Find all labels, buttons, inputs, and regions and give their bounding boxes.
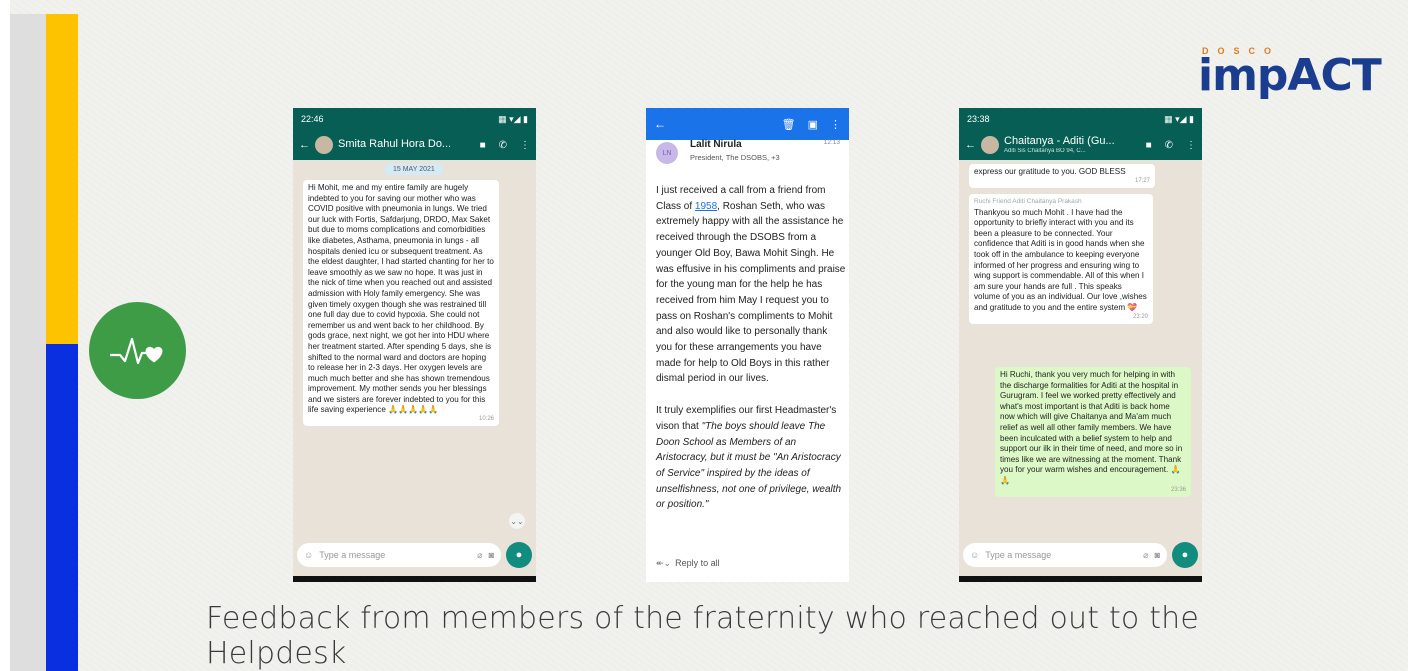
email-screenshot: ← 🗑 ▣ ⋮ LN Lalit Nirula President, The D… <box>646 108 849 582</box>
status-time: 23:38 <box>967 114 990 124</box>
mic-icon: ● <box>1181 549 1189 561</box>
date-chip: 15 MAY 2021 <box>385 164 443 175</box>
email-body: I just received a call from a friend fro… <box>656 183 846 513</box>
whatsapp-screenshot-1: 22:46 ▦ ▾◢ ▮ ← Smita Rahul Hora Do... ■ … <box>293 108 536 582</box>
message-bubble: express our gratitude to you. GOD BLESS … <box>969 164 1155 188</box>
status-icons: ▦ ▾◢ ▮ <box>498 113 528 124</box>
reply-all-icon[interactable]: ↞⌄ <box>656 558 671 568</box>
accent-bar-yellow <box>46 14 78 344</box>
email-paragraph-1: I just received a call from a friend fro… <box>656 183 846 387</box>
logo-main-text: impACT <box>1198 50 1382 101</box>
slide-caption: Feedback from members of the fraternity … <box>206 601 1200 671</box>
message-text: Hi Ruchi, thank you very much for helpin… <box>1000 370 1183 485</box>
scroll-down-button[interactable]: ⌄⌄ <box>509 513 525 529</box>
message-text: Hi Mohit, me and my entire family are hu… <box>308 183 494 415</box>
message-bubble-outgoing: Hi Ruchi, thank you very much for helpin… <box>995 367 1191 497</box>
contact-name[interactable]: Smita Rahul Hora Do... <box>338 139 467 151</box>
emoji-icon[interactable]: ☺ <box>970 550 979 560</box>
dosco-impact-logo: DOSCO impACT <box>1196 36 1382 101</box>
email-sender-header: LN Lalit Nirula President, The DSOBS, +3… <box>656 138 846 168</box>
chat-header: ← Smita Rahul Hora Do... ■ ✆ ⋮ <box>293 130 536 160</box>
year-link[interactable]: 1958 <box>695 201 717 212</box>
reply-all-bar[interactable]: ↞⌄ Reply to all <box>656 558 720 569</box>
delete-icon[interactable]: 🗑 <box>782 118 796 131</box>
message-input[interactable]: ☺ Type a message ⌀ ◙ <box>963 543 1167 567</box>
message-sender: Ruchi Friend Aditi Chaitanya Prakash <box>974 198 1082 205</box>
sender-avatar[interactable]: LN <box>656 142 678 164</box>
whatsapp-screenshot-2: 23:38 ▦ ▾◢ ▮ ← Chaitanya - Aditi (Gu... A… <box>959 108 1202 582</box>
mic-button[interactable]: ● <box>506 542 532 568</box>
input-placeholder: Type a message <box>319 550 386 560</box>
message-text: Thankyou so much Mohit . I have had the … <box>974 207 1147 312</box>
email-time: 12:13 <box>823 139 840 146</box>
back-arrow-icon[interactable]: ← <box>299 139 310 151</box>
message-time: 10:26 <box>478 416 494 423</box>
message-bubble: Hi Mohit, me and my entire family are hu… <box>303 180 499 427</box>
video-call-icon[interactable]: ■ <box>1146 140 1152 151</box>
camera-icon[interactable]: ◙ <box>1155 550 1160 560</box>
sender-title: President, The DSOBS, +3 <box>690 153 780 162</box>
message-text: express our gratitude to you. GOD BLESS <box>974 167 1126 176</box>
system-nav-bar <box>959 576 1202 582</box>
message-time: 23:20 <box>1132 313 1148 320</box>
attach-icon[interactable]: ⌀ <box>477 550 482 561</box>
mic-icon: ● <box>515 549 523 561</box>
accent-bar-blue <box>46 344 78 671</box>
outer-margin <box>0 0 10 671</box>
contact-name-text: Chaitanya - Aditi (Gu... <box>1004 136 1115 148</box>
contact-name[interactable]: Chaitanya - Aditi (Gu... Aditi Sis Chaita… <box>1004 136 1133 154</box>
side-strip <box>10 14 46 671</box>
attach-icon[interactable]: ⌀ <box>1143 550 1148 561</box>
status-time: 22:46 <box>301 114 324 124</box>
avatar[interactable] <box>981 136 999 154</box>
emoji-icon[interactable]: ☺ <box>304 550 313 560</box>
more-options-icon[interactable]: ⋮ <box>830 118 841 131</box>
message-input[interactable]: ☺ Type a message ⌀ ◙ <box>297 543 501 567</box>
contact-subtitle: Aditi Sis Chaitanya BO 94, C... <box>1004 147 1086 154</box>
avatar[interactable] <box>315 136 333 154</box>
mic-button[interactable]: ● <box>1172 542 1198 568</box>
back-arrow-icon[interactable]: ← <box>965 139 976 151</box>
sender-name[interactable]: Lalit Nirula <box>690 139 742 150</box>
reply-all-label[interactable]: Reply to all <box>675 558 720 568</box>
archive-icon[interactable]: ▣ <box>808 118 818 131</box>
message-time: 23:36 <box>1170 486 1186 493</box>
message-bubble: Ruchi Friend Aditi Chaitanya Prakash Tha… <box>969 194 1153 324</box>
email-quote: "The boys should leave The Doon School a… <box>656 420 842 511</box>
more-options-icon[interactable]: ⋮ <box>520 140 530 151</box>
camera-icon[interactable]: ◙ <box>489 550 494 560</box>
input-placeholder: Type a message <box>985 550 1052 560</box>
system-nav-bar <box>293 576 536 582</box>
phone-call-icon[interactable]: ✆ <box>499 140 507 151</box>
status-bar: 22:46 ▦ ▾◢ ▮ <box>293 108 536 130</box>
message-input-bar: ☺ Type a message ⌀ ◙ ● <box>297 542 532 568</box>
message-input-bar: ☺ Type a message ⌀ ◙ ● <box>963 542 1198 568</box>
heartbeat-badge <box>89 302 186 399</box>
phone-call-icon[interactable]: ✆ <box>1165 140 1173 151</box>
status-bar: 23:38 ▦ ▾◢ ▮ <box>959 108 1202 130</box>
heartbeat-heart-icon <box>109 337 162 364</box>
video-call-icon[interactable]: ■ <box>480 140 486 151</box>
email-text: , Roshan Seth, who was extremely happy w… <box>656 200 846 385</box>
email-paragraph-2: It truly exemplifies our first Headmaste… <box>656 403 846 513</box>
status-icons: ▦ ▾◢ ▮ <box>1164 113 1194 124</box>
email-toolbar: ← 🗑 ▣ ⋮ <box>646 108 849 140</box>
more-options-icon[interactable]: ⋮ <box>1186 140 1196 151</box>
message-time: 17:27 <box>1134 177 1150 184</box>
chat-header: ← Chaitanya - Aditi (Gu... Aditi Sis Chai… <box>959 130 1202 160</box>
back-arrow-icon[interactable]: ← <box>654 117 666 131</box>
